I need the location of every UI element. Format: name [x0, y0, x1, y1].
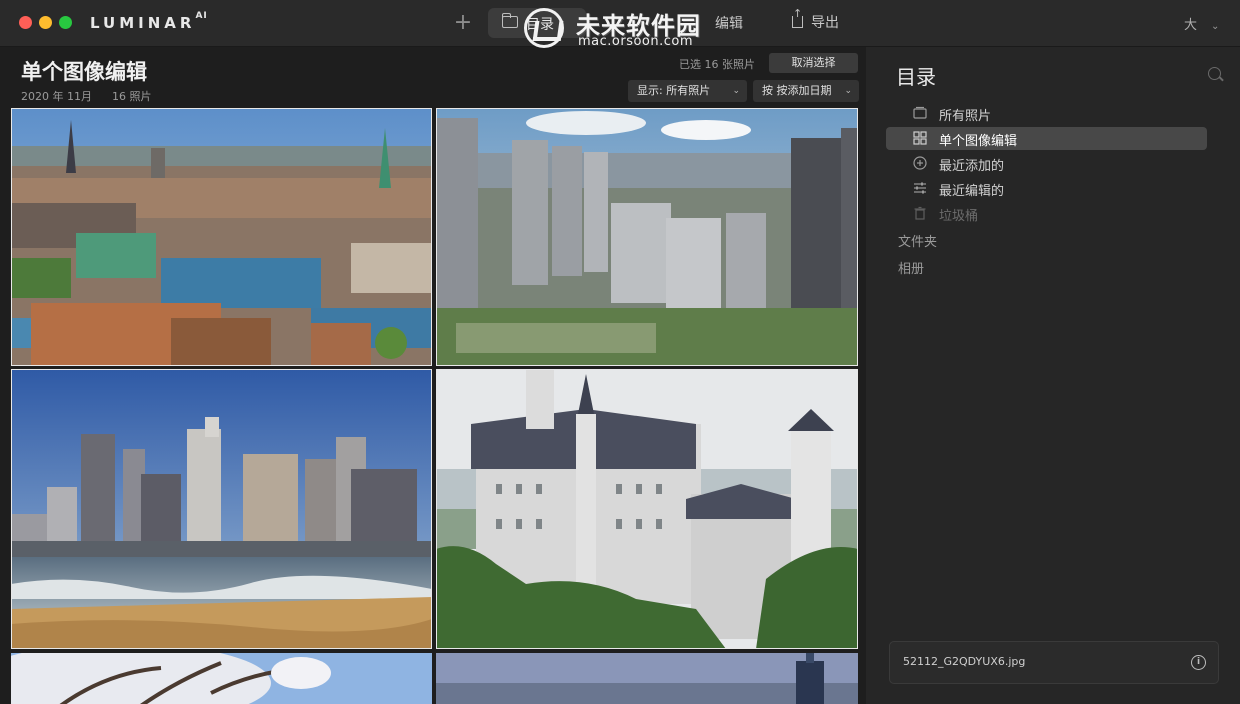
photo-thumbnail[interactable] — [436, 108, 858, 366]
thumbnail-size-select[interactable]: 大 ⌄ — [1184, 14, 1219, 33]
filter-select[interactable]: 显示: 所有照片 ⌄ — [628, 80, 747, 102]
close-window-button[interactable] — [19, 16, 32, 29]
app-logo: LUMINARAI — [90, 11, 208, 32]
sort-select[interactable]: 按 按添加日期 ⌄ — [753, 80, 859, 102]
catalog-sidebar: 目录 所有照片 单个图像编辑 最近添加的 最近编辑的 垃圾桶 文件夹 相册 52… — [866, 47, 1240, 704]
sidebar-item-all-photos[interactable]: 所有照片 — [886, 102, 1207, 125]
selected-file-panel: 52112_G2QDYUX6.jpg i — [889, 641, 1219, 684]
sidebar-section-folders[interactable]: 文件夹 — [898, 231, 937, 250]
thumbnail-size-label: 大 — [1184, 18, 1198, 33]
watermark: 未来软件园 mac.orsoon.com — [520, 4, 730, 52]
sidebar-item-label: 垃圾桶 — [939, 209, 979, 224]
photo-thumbnail[interactable] — [11, 108, 432, 366]
sidebar-item-recently-added[interactable]: 最近添加的 — [886, 152, 1207, 175]
sidebar-item-label: 最近添加的 — [939, 159, 1005, 174]
zoom-window-button[interactable] — [59, 16, 72, 29]
tab-export[interactable]: 导出 — [792, 7, 839, 32]
photo-thumbnail[interactable] — [11, 653, 432, 704]
album-date: 2020 年 11月 — [21, 90, 92, 103]
photo-thumbnail[interactable] — [436, 369, 858, 649]
page-title: 单个图像编辑 — [21, 60, 147, 84]
tab-export-label: 导出 — [811, 15, 839, 31]
photo-count: 16 照片 — [111, 90, 152, 103]
sidebar-item-recently-edited[interactable]: 最近编辑的 — [886, 177, 1207, 200]
watermark-logo-icon — [524, 8, 564, 48]
sliders-icon — [914, 182, 926, 194]
chevron-down-icon: ⌄ — [1211, 21, 1220, 32]
add-photos-button[interactable]: + — [448, 8, 478, 38]
search-icon[interactable] — [1208, 67, 1221, 80]
photo-grid — [0, 106, 866, 704]
folder-icon — [501, 13, 518, 28]
photo-thumbnail[interactable] — [436, 653, 858, 704]
grid-icon — [913, 131, 927, 145]
sidebar-section-albums[interactable]: 相册 — [898, 258, 924, 277]
sidebar-item-label: 单个图像编辑 — [939, 134, 1018, 149]
sidebar-item-trash[interactable]: 垃圾桶 — [886, 202, 1207, 225]
sidebar-title: 目录 — [896, 65, 936, 89]
sidebar-item-label: 所有照片 — [939, 109, 992, 124]
sidebar-item-label: 最近编辑的 — [939, 184, 1005, 199]
selected-file-name: 52112_G2QDYUX6.jpg — [903, 655, 1026, 668]
title-bar: LUMINARAI + 目录 编辑 导出 大⌄ 未来软件园 mac.orsoon… — [0, 0, 1240, 49]
sort-label: 按 按添加日期 — [762, 84, 832, 97]
plus-circle-icon — [913, 156, 927, 170]
photos-icon — [913, 106, 927, 119]
chevron-down-icon: ⌄ — [844, 86, 852, 96]
info-icon[interactable]: i — [1191, 655, 1206, 670]
selected-count: 已选 16 张照片 — [679, 58, 755, 71]
filter-label: 显示: 所有照片 — [637, 84, 711, 97]
trash-icon — [914, 206, 926, 220]
watermark-url: mac.orsoon.com — [578, 34, 694, 49]
share-icon — [792, 7, 803, 28]
chevron-down-icon: ⌄ — [732, 86, 740, 96]
sidebar-item-single-edits[interactable]: 单个图像编辑 — [886, 127, 1207, 150]
minimize-window-button[interactable] — [39, 16, 52, 29]
page-meta: 2020 年 11月 16 照片 — [21, 88, 151, 104]
photo-thumbnail[interactable] — [11, 369, 432, 649]
deselect-button[interactable]: 取消选择 — [769, 53, 858, 73]
